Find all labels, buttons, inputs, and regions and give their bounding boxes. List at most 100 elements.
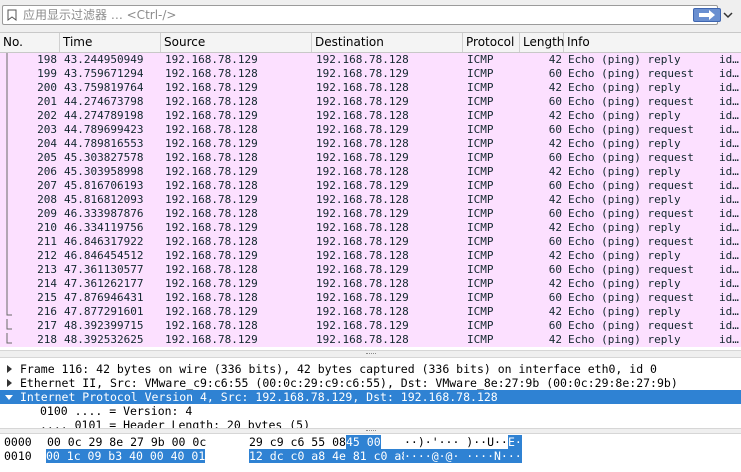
cell-info: Echo (ping) request <box>568 123 694 136</box>
cell-length: 42 <box>548 53 562 66</box>
bookmark-icon[interactable] <box>6 9 18 21</box>
cell-info-overflow: id… <box>719 207 739 220</box>
cell-destination: 192.168.78.128 <box>316 249 409 262</box>
display-filter-input[interactable] <box>23 7 673 23</box>
packet-row[interactable]: 207 45.816706193 192.168.78.128 192.168.78.… <box>0 179 741 193</box>
pane-splitter[interactable] <box>0 350 741 358</box>
cell-time: 45.303827578 <box>64 151 144 164</box>
cell-destination: 192.168.78.128 <box>316 333 409 346</box>
details-tree-item[interactable]: 0100 .... = Version: 4 <box>0 404 741 418</box>
packet-row[interactable]: 198 43.244950949 192.168.78.129 192.168.78.… <box>0 53 741 67</box>
packet-row[interactable]: 214 47.361262177 192.168.78.129 192.168.78.… <box>0 277 741 291</box>
cell-info-overflow: id… <box>719 123 739 136</box>
cell-source: 192.168.78.128 <box>165 291 258 304</box>
cell-source: 192.168.78.128 <box>165 319 258 332</box>
apply-filter-button[interactable] <box>693 8 721 22</box>
packet-row[interactable]: 199 43.759671294 192.168.78.128 192.168.78.… <box>0 67 741 81</box>
cell-protocol: ICMP <box>467 109 494 122</box>
cell-info-overflow: id… <box>719 151 739 164</box>
packet-row[interactable]: 218 48.392532625 192.168.78.129 192.168.78.… <box>0 333 741 347</box>
cell-destination: 192.168.78.129 <box>316 235 409 248</box>
column-header-info[interactable]: Info <box>564 33 741 52</box>
column-header-no[interactable]: No. <box>0 33 60 52</box>
column-header-time[interactable]: Time <box>60 33 161 52</box>
packet-row[interactable]: 209 46.333987876 192.168.78.128 192.168.78.… <box>0 207 741 221</box>
packet-row[interactable]: 200 43.759819764 192.168.78.129 192.168.78.… <box>0 81 741 95</box>
cell-protocol: ICMP <box>467 235 494 248</box>
packet-row[interactable]: 217 48.392399715 192.168.78.128 192.168.78.… <box>0 319 741 333</box>
column-header-length[interactable]: Length <box>520 33 564 52</box>
packet-row[interactable]: 208 45.816812093 192.168.78.129 192.168.78.… <box>0 193 741 207</box>
packet-row[interactable]: 202 44.274789198 192.168.78.129 192.168.78.… <box>0 109 741 123</box>
cell-source: 192.168.78.129 <box>165 109 258 122</box>
cell-protocol: ICMP <box>467 165 494 178</box>
cell-protocol: ICMP <box>467 207 494 220</box>
packet-row[interactable]: 211 46.846317922 192.168.78.128 192.168.78.… <box>0 235 741 249</box>
cell-info: Echo (ping) reply <box>568 305 681 318</box>
cell-no: 198 <box>37 53 57 66</box>
cell-length: 60 <box>548 123 562 136</box>
cell-no: 213 <box>37 263 57 276</box>
cell-source: 192.168.78.129 <box>165 193 258 206</box>
cell-info: Echo (ping) request <box>568 235 694 248</box>
cell-source: 192.168.78.129 <box>165 305 258 318</box>
cell-no: 209 <box>37 207 57 220</box>
cell-info-overflow: id… <box>719 67 739 80</box>
cell-no: 206 <box>37 165 57 178</box>
cell-source: 192.168.78.129 <box>165 81 258 94</box>
cell-length: 60 <box>548 207 562 220</box>
cell-info-overflow: id… <box>719 291 739 304</box>
packet-row[interactable]: 215 47.876946431 192.168.78.128 192.168.78.… <box>0 291 741 305</box>
cell-info-overflow: id… <box>719 137 739 150</box>
cell-no: 201 <box>37 95 57 108</box>
cell-info-overflow: id… <box>719 263 739 276</box>
packet-bytes-pane[interactable]: 0000 00 0c 29 8e 27 9b 00 0c 29 c9 c6 55… <box>0 434 741 472</box>
column-header-source[interactable]: Source <box>161 33 312 52</box>
column-header-destination[interactable]: Destination <box>312 33 463 52</box>
bytes-hex-highlight: 12 dc c0 a8 4e 81 c0 a8 <box>249 449 409 463</box>
cell-protocol: ICMP <box>467 263 494 276</box>
cell-length: 42 <box>548 109 562 122</box>
cell-no: 199 <box>37 67 57 80</box>
column-header-protocol[interactable]: Protocol <box>463 33 520 52</box>
chevron-down-icon[interactable] <box>721 8 735 22</box>
packet-list[interactable]: No. Time Source Destination Protocol Len… <box>0 33 741 347</box>
cell-length: 60 <box>548 291 562 304</box>
details-tree-item[interactable]: Internet Protocol Version 4, Src: 192.16… <box>0 390 741 404</box>
packet-details-tree[interactable]: Frame 116: 42 bytes on wire (336 bits), … <box>0 362 741 432</box>
cell-info-overflow: id… <box>719 277 739 290</box>
cell-info-overflow: id… <box>719 193 739 206</box>
cell-time: 44.274673798 <box>64 95 144 108</box>
cell-protocol: ICMP <box>467 319 494 332</box>
packet-row[interactable]: 203 44.789699423 192.168.78.128 192.168.78.… <box>0 123 741 137</box>
cell-no: 212 <box>37 249 57 262</box>
cell-info: Echo (ping) request <box>568 263 694 276</box>
packet-row[interactable]: 213 47.361130577 192.168.78.128 192.168.78.… <box>0 263 741 277</box>
cell-info: Echo (ping) request <box>568 151 694 164</box>
cell-info: Echo (ping) request <box>568 207 694 220</box>
triangle-down-icon[interactable] <box>5 390 13 404</box>
cell-time: 46.334119756 <box>64 221 144 234</box>
cell-length: 60 <box>548 263 562 276</box>
cell-info: Echo (ping) request <box>568 67 694 80</box>
details-tree-item[interactable]: Ethernet II, Src: VMware_c9:c6:55 (00:0c… <box>0 376 741 390</box>
packet-row[interactable]: 216 47.877291601 192.168.78.129 192.168.78.… <box>0 305 741 319</box>
triangle-right-icon[interactable] <box>5 376 13 390</box>
cell-protocol: ICMP <box>467 123 494 136</box>
cell-time: 47.877291601 <box>64 305 144 318</box>
cell-time: 44.789816553 <box>64 137 144 150</box>
packet-row[interactable]: 201 44.274673798 192.168.78.128 192.168.78.… <box>0 95 741 109</box>
display-filter-box[interactable] <box>2 5 721 25</box>
packet-row[interactable]: 212 46.846454512 192.168.78.129 192.168.78.… <box>0 249 741 263</box>
packet-row[interactable]: 206 45.303958998 192.168.78.129 192.168.78.… <box>0 165 741 179</box>
triangle-right-icon[interactable] <box>5 362 13 376</box>
packet-row[interactable]: 205 45.303827578 192.168.78.128 192.168.78.… <box>0 151 741 165</box>
cell-length: 60 <box>548 319 562 332</box>
cell-protocol: ICMP <box>467 221 494 234</box>
bytes-offset: 0000 <box>4 435 32 449</box>
cell-no: 204 <box>37 137 57 150</box>
packet-row[interactable]: 210 46.334119756 192.168.78.129 192.168.78.… <box>0 221 741 235</box>
details-tree-item[interactable]: Frame 116: 42 bytes on wire (336 bits), … <box>0 362 741 376</box>
cell-destination: 192.168.78.128 <box>316 137 409 150</box>
packet-row[interactable]: 204 44.789816553 192.168.78.129 192.168.78.… <box>0 137 741 151</box>
